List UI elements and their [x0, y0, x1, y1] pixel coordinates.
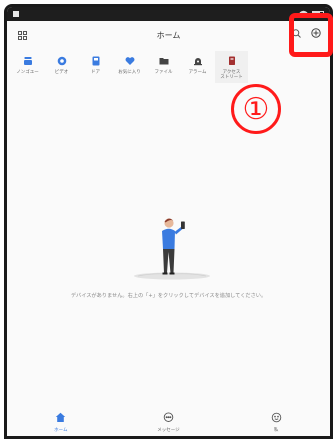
category-access[interactable]: アクセス ストリート — [215, 51, 248, 83]
page-title: ホーム — [156, 30, 181, 40]
category-router[interactable]: ノンゴユー — [11, 51, 44, 83]
tab-messages[interactable]: メッセージ — [138, 412, 198, 433]
category-row: ノンゴユー ビデオ ドア お気に入り ファイル アラーム アクセス ストリート — [11, 51, 251, 83]
tab-label: 私 — [273, 427, 279, 433]
annotation-step-marker: ① — [231, 84, 281, 134]
status-bar — [7, 7, 330, 21]
annotation-highlight-box — [289, 13, 333, 57]
message-icon — [162, 412, 174, 424]
alarm-icon — [192, 55, 204, 67]
category-files[interactable]: ファイル — [147, 51, 180, 83]
home-icon — [55, 412, 67, 424]
door-icon — [90, 55, 102, 67]
category-label: お気に入り — [118, 70, 141, 75]
category-label: ビデオ — [54, 70, 69, 75]
category-video[interactable]: ビデオ — [45, 51, 78, 83]
camera-icon — [56, 55, 68, 67]
access-icon — [226, 55, 238, 67]
grid-menu-icon[interactable] — [16, 29, 28, 41]
category-label: ドア — [91, 70, 100, 75]
device-frame: ホーム ノンゴユー ビデオ ドア お気に入り ファイル アラーム アクセス スト… — [4, 4, 333, 439]
profile-icon — [270, 412, 282, 424]
category-label: ノンゴユー — [16, 70, 39, 75]
tab-home[interactable]: ホーム — [31, 412, 91, 433]
category-label: アクセス ストリート — [220, 70, 243, 80]
heart-icon — [124, 55, 136, 67]
router-icon — [22, 55, 34, 67]
status-app-icon — [13, 11, 19, 17]
bottom-tab-bar: ホーム メッセージ 私 — [7, 408, 330, 436]
category-door[interactable]: ドア — [79, 51, 112, 83]
folder-icon — [158, 55, 170, 67]
category-label: アラーム — [188, 70, 207, 75]
empty-state-illustration — [132, 212, 212, 284]
tab-label: メッセージ — [157, 427, 180, 433]
tab-profile[interactable]: 私 — [246, 412, 306, 433]
tab-label: ホーム — [54, 427, 68, 433]
empty-state-message: デバイスがありません。右上の「+」をクリックしてデバイスを追加してください。 — [70, 293, 267, 299]
category-favorites[interactable]: お気に入り — [113, 51, 146, 83]
category-alarm[interactable]: アラーム — [181, 51, 214, 83]
category-label: ファイル — [154, 70, 173, 75]
header: ホーム — [7, 21, 330, 49]
